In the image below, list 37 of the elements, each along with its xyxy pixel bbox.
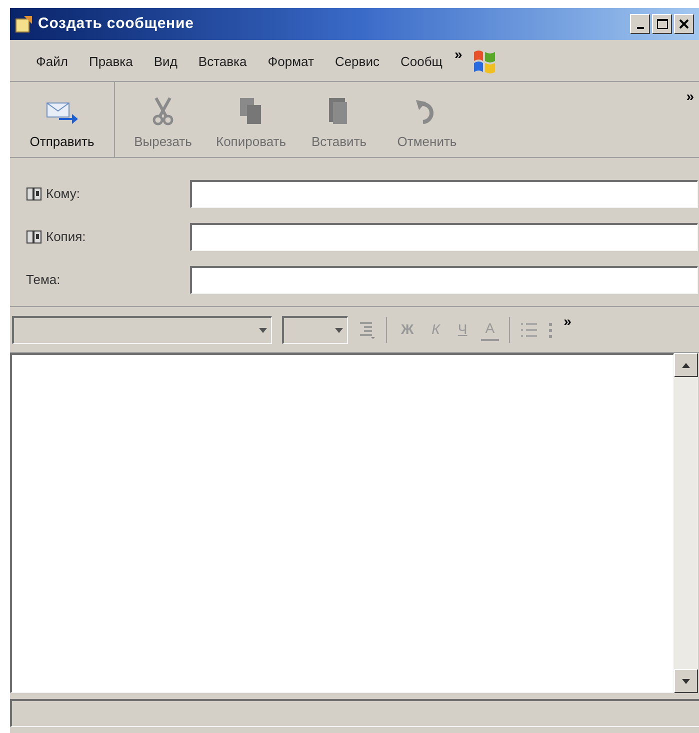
- maximize-button[interactable]: [652, 14, 672, 34]
- menu-item[interactable]: Формат: [268, 52, 314, 72]
- input-field[interactable]: [190, 180, 698, 208]
- field-label: Кому:: [46, 185, 80, 204]
- minimize-button[interactable]: [630, 14, 650, 34]
- dropdown-arrow-icon: [259, 328, 267, 332]
- address-book-icon[interactable]: [26, 187, 42, 201]
- menu-item[interactable]: Сервис: [334, 52, 380, 72]
- scissors-icon: [151, 96, 175, 126]
- menu-overflow[interactable]: »: [454, 44, 462, 65]
- toolbar-button[interactable]: Отправить: [18, 82, 106, 157]
- format-overflow[interactable]: »: [564, 311, 572, 332]
- window-title: Создать сообщение: [38, 14, 194, 34]
- toolbar-overflow[interactable]: »: [686, 86, 694, 157]
- copy-pages-icon: [238, 96, 264, 126]
- menu-item[interactable]: Вид: [154, 52, 178, 72]
- close-button[interactable]: [674, 14, 694, 34]
- menu-item[interactable]: Файл: [36, 52, 68, 72]
- font-dropdown[interactable]: [12, 316, 272, 344]
- field-label: Тема:: [26, 271, 60, 290]
- menu-item[interactable]: Сообщ: [400, 52, 442, 72]
- scrollbar[interactable]: [674, 353, 698, 693]
- dropdown-arrow-icon: [335, 328, 343, 332]
- menu-item[interactable]: Вставка: [198, 52, 247, 72]
- send-envelope-icon: [45, 100, 79, 126]
- input-field[interactable]: [190, 223, 698, 251]
- up-arrow-icon: [682, 362, 690, 368]
- size-dropdown[interactable]: [282, 316, 348, 344]
- input-field[interactable]: [190, 266, 698, 294]
- field-label: Копия:: [46, 228, 86, 246]
- scroll-up-button[interactable]: [674, 353, 698, 377]
- close-icon: [679, 19, 689, 29]
- address-book-icon[interactable]: [26, 230, 42, 244]
- scroll-down-button[interactable]: [674, 669, 698, 693]
- down-arrow-icon: [682, 678, 690, 684]
- menu-item[interactable]: Правка: [88, 52, 133, 72]
- message-icon: [14, 14, 34, 34]
